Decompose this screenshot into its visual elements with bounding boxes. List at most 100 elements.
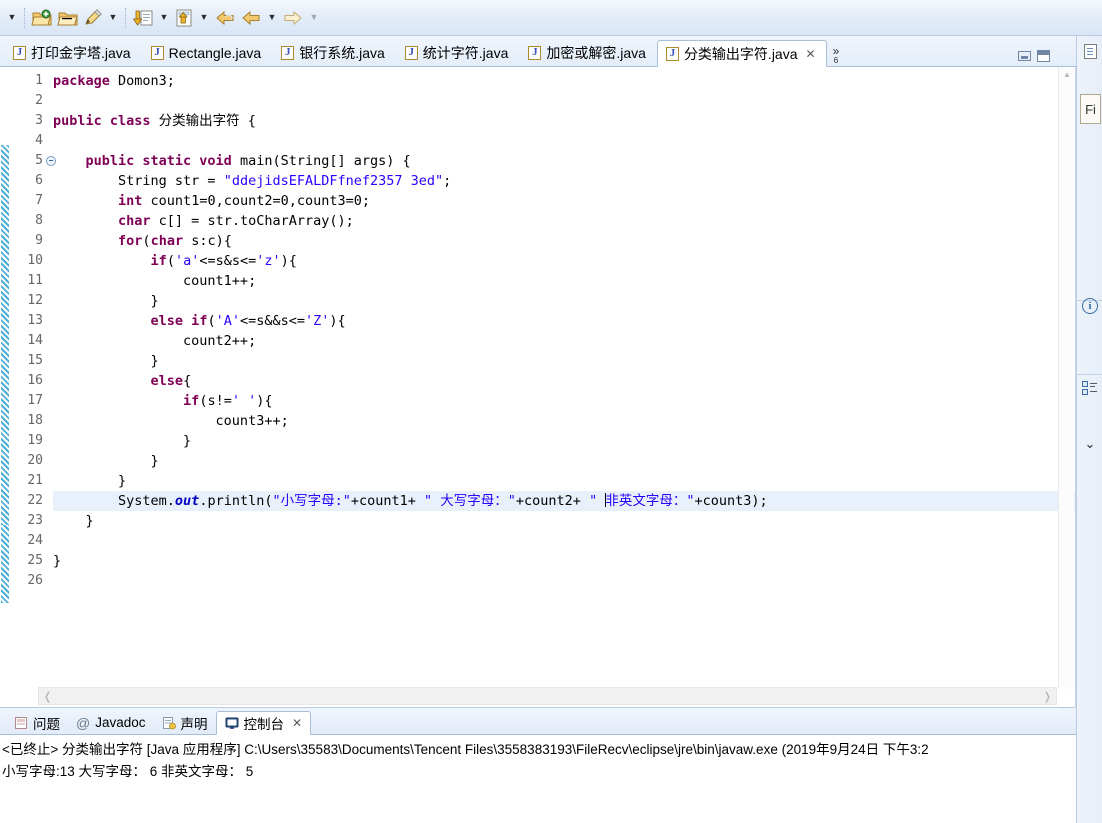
line-number: 24 — [27, 533, 43, 548]
line-number: 6 — [35, 173, 43, 188]
editor-tab-4[interactable]: 加密或解密.java — [519, 40, 657, 66]
right-dock-outline-button[interactable] — [1077, 381, 1102, 395]
code-line-25: } — [53, 553, 62, 569]
editor-tab-2[interactable]: 银行系统.java — [272, 40, 396, 66]
run-download-icon — [132, 10, 153, 26]
toolbar-new-wizard-button[interactable] — [29, 5, 55, 31]
caret-down-icon: ▼ — [267, 12, 277, 22]
right-dock-file-label[interactable]: Fi — [1080, 94, 1101, 124]
close-icon[interactable]: ✕ — [292, 716, 302, 730]
line-number: 26 — [27, 573, 43, 588]
code-line-20: } — [53, 453, 159, 469]
line-number: 4 — [35, 133, 43, 148]
toolbar-back-dropdown[interactable]: ▼ — [264, 5, 280, 31]
line-number: 21 — [27, 473, 43, 488]
at-icon: @ — [76, 714, 91, 731]
folder-open-icon — [57, 12, 78, 25]
toolbar-back-button[interactable] — [238, 5, 264, 31]
scroll-up-icon[interactable]: ▲ — [1059, 67, 1075, 83]
code-text-area[interactable]: package Domon3; public class 分类输出字符 { pu… — [45, 67, 1075, 707]
toolbar-run-dropdown[interactable]: ▼ — [156, 5, 172, 31]
tab-overflow-button[interactable]: » 6 — [827, 45, 846, 66]
code-line-23: } — [53, 513, 94, 529]
line-number: 8 — [35, 213, 43, 228]
editor-vertical-scrollbar[interactable]: ▲ — [1058, 67, 1074, 689]
editor-tab-label: 分类输出字符.java — [683, 45, 798, 62]
editor-tab-label: Rectangle.java — [168, 45, 262, 61]
toolbar-forward-button[interactable] — [280, 5, 306, 31]
right-side-dock: Fi i ⌄ — [1076, 36, 1102, 823]
line-number: 5 — [9, 151, 56, 171]
line-number: 17 — [27, 393, 43, 408]
right-dock-chevron-button[interactable]: ⌄ — [1077, 436, 1102, 452]
code-line-11: count1++; — [53, 273, 257, 289]
bottom-tab-declaration[interactable]: 声明 — [154, 711, 216, 734]
forward-arrow-icon — [284, 10, 302, 25]
editor-tab-0[interactable]: 打印金字塔.java — [4, 40, 142, 66]
bottom-tab-problems[interactable]: 问题 — [6, 711, 68, 734]
back-arrow-hand-icon — [216, 10, 234, 25]
code-line-19: } — [53, 433, 192, 449]
line-number: 18 — [27, 413, 43, 428]
line-number: 12 — [27, 293, 43, 308]
line-number: 11 — [27, 273, 43, 288]
line-number: 9 — [35, 233, 43, 248]
tools-icon — [176, 9, 192, 26]
line-number: 1 — [35, 73, 43, 88]
bottom-tab-console-active[interactable]: 控制台 ✕ — [215, 711, 312, 735]
change-bar — [0, 67, 9, 707]
toolbar-open-folder-button[interactable] — [55, 5, 81, 31]
editor-tab-5-active[interactable]: 分类输出字符.java ✕ — [656, 40, 827, 67]
pencil-icon — [85, 8, 102, 25]
line-number: 10 — [27, 253, 43, 268]
toolbar-external-tools-button[interactable] — [172, 5, 196, 31]
toolbar-edit-pencil-button[interactable] — [81, 5, 105, 31]
bottom-tab-label: 声明 — [180, 716, 208, 732]
bottom-panel: 问题 @ Javadoc 声明 控制台 ✕ <已终止> 分类输出字符 [Java… — [0, 707, 1076, 823]
line-number: 13 — [27, 313, 43, 328]
editor-tab-label: 加密或解密.java — [546, 45, 646, 61]
java-file-icon — [404, 46, 418, 60]
right-dock-document-button[interactable] — [1077, 44, 1102, 59]
line-number: 22 — [27, 493, 43, 508]
code-line-15: } — [53, 353, 159, 369]
close-icon[interactable]: ✕ — [806, 47, 816, 61]
editor-tab-label: 银行系统.java — [299, 45, 385, 61]
line-number: 19 — [27, 433, 43, 448]
toolbar-edit-dropdown[interactable]: ▼ — [105, 5, 121, 31]
code-line-7: int count1=0,count2=0,count3=0; — [118, 193, 370, 209]
console-icon — [225, 717, 239, 729]
bottom-tab-javadoc[interactable]: @ Javadoc — [68, 711, 154, 734]
bottom-tab-label: 控制台 — [243, 717, 285, 732]
toolbar-back-hand-button[interactable] — [212, 5, 238, 31]
minimize-icon[interactable] — [1018, 51, 1031, 61]
caret-down-icon: ▼ — [108, 12, 118, 22]
scroll-left-icon[interactable]: ❬ — [43, 690, 52, 703]
line-number: 15 — [27, 353, 43, 368]
scroll-right-icon[interactable]: ❭ — [1043, 690, 1052, 703]
bottom-tab-bar: 问题 @ Javadoc 声明 控制台 ✕ — [0, 708, 1076, 735]
caret-down-icon: ▼ — [159, 12, 169, 22]
console-output[interactable]: <已终止> 分类输出字符 [Java 应用程序] C:\Users\35583\… — [0, 735, 1076, 783]
console-output-line: 小写字母:13 大写字母： 6 非英文字母： 5 — [2, 764, 254, 779]
toolbar-external-dropdown[interactable]: ▼ — [196, 5, 212, 31]
toolbar-forward-dropdown[interactable]: ▼ — [306, 5, 322, 31]
editor-window-buttons — [1018, 50, 1050, 62]
maximize-icon[interactable] — [1037, 50, 1050, 62]
line-number-gutter: 1 2 3 4 5 6 7 8 9 10 11 12 13 14 15 16 1… — [9, 67, 56, 707]
editor-tab-1[interactable]: Rectangle.java — [142, 40, 273, 66]
line-number: 7 — [35, 193, 43, 208]
line-number: 23 — [27, 513, 43, 528]
toolbar-dropdown-arrow[interactable]: ▼ — [4, 5, 20, 31]
code-line-3: public class 分类输出字符 { — [53, 113, 256, 129]
right-dock-info-button[interactable]: i — [1077, 298, 1102, 314]
code-editor[interactable]: 1 2 3 4 5 6 7 8 9 10 11 12 13 14 15 16 1… — [0, 67, 1076, 707]
editor-tab-3[interactable]: 统计字符.java — [396, 40, 520, 66]
eclipse-window: ▼ ▼ ▼ ▼ ▼ ▼ J 打印金字塔.java J Rectangle.jav… — [0, 0, 1102, 823]
caret-down-icon: ▼ — [309, 12, 319, 22]
editor-horizontal-scrollbar[interactable]: ❬ ❭ — [38, 687, 1057, 705]
code-line-13: else if('A'<=s&&s<='Z'){ — [150, 313, 346, 329]
toolbar-run-button[interactable] — [130, 5, 156, 31]
info-icon: i — [1082, 298, 1098, 314]
